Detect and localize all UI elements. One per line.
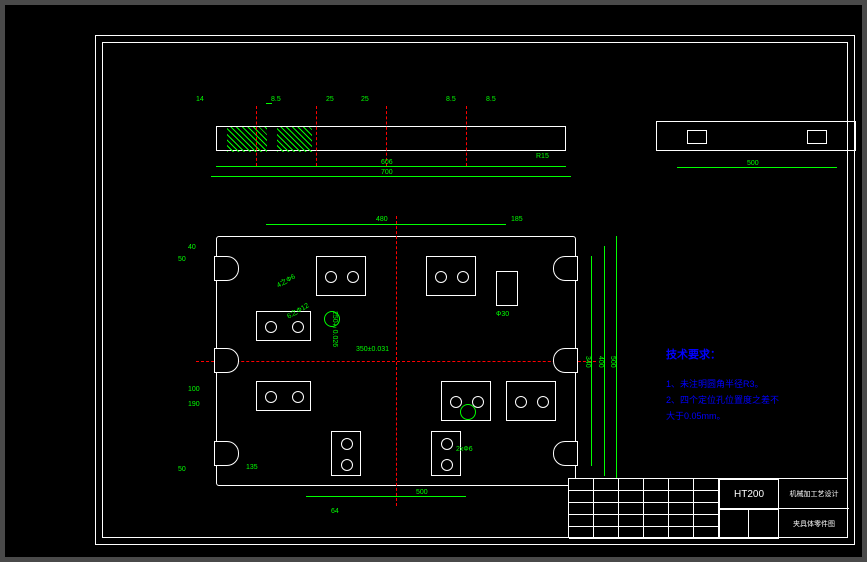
dim-line-340 [591, 256, 592, 466]
tech-req-line2: 2、四个定位孔位置度之差不 [666, 393, 867, 406]
hole [265, 391, 277, 403]
section-body [216, 126, 566, 151]
dim-line-480 [266, 224, 506, 225]
dim-100: 100 [188, 386, 200, 393]
slot-1 [687, 130, 707, 144]
dim-50: 50 [178, 256, 186, 263]
hole [457, 271, 469, 283]
dim-mark [266, 103, 272, 104]
dim-40: 40 [188, 244, 196, 251]
dim-line-r500 [677, 167, 837, 168]
title-block-mid-lower [719, 509, 779, 539]
dim-64: 64 [331, 508, 339, 515]
title-line2: 夹具体零件图 [793, 519, 835, 529]
hole [441, 459, 453, 471]
dim-line-606 [216, 166, 566, 167]
title-block-right: 机械加工艺设计 夹具体零件图 [779, 479, 849, 539]
right-section-view: 500 [656, 121, 856, 151]
dim-line-700 [211, 176, 571, 177]
slot-2 [807, 130, 827, 144]
material-label: HT200 [720, 480, 778, 510]
dim-d3: 25 [361, 96, 369, 103]
hole [347, 271, 359, 283]
dim-d2: 25 [326, 96, 334, 103]
dim-340: 340 [584, 356, 591, 368]
dim-50b: 50 [178, 466, 186, 473]
dim-606: 606 [381, 159, 393, 166]
hatch-area-1 [227, 127, 267, 152]
dim-r500: 500 [747, 160, 759, 167]
title-line1: 机械加工艺设计 [790, 489, 839, 499]
dim-480: 480 [376, 216, 388, 223]
notch-tr [553, 256, 578, 281]
block-m1 [256, 311, 311, 341]
hole [341, 459, 353, 471]
hole [435, 271, 447, 283]
dim-tol-h: 350±0.031 [356, 346, 389, 353]
hole [537, 396, 549, 408]
dim-line-500v [616, 236, 617, 486]
dim-line-400 [604, 246, 605, 476]
title-block: HT200 机械加工艺设计 夹具体零件图 [568, 478, 848, 538]
title-block-left [569, 479, 719, 539]
dim-190: 190 [188, 401, 200, 408]
notch-bl [214, 441, 239, 466]
hatch-area-2 [277, 127, 312, 152]
dim-tol-v: 250±0.026 [331, 311, 338, 347]
dim-d1: 8.5 [271, 96, 281, 103]
dim-d4: 8.5 [446, 96, 456, 103]
tech-req-line1: 1、未注明圆角半径R3。 [666, 377, 867, 390]
block-b1 [331, 431, 361, 476]
block-m2 [256, 381, 311, 411]
block-m4 [506, 381, 556, 421]
centerline-v3 [386, 106, 387, 166]
hole [450, 396, 462, 408]
block-t3 [496, 271, 518, 306]
dim-d5: 8.5 [486, 96, 496, 103]
dim-v500: 500 [609, 356, 616, 368]
dim-400: 400 [597, 356, 604, 368]
datum-2 [460, 404, 476, 420]
dim-line-500b [306, 496, 466, 497]
hole [292, 321, 304, 333]
hole [325, 271, 337, 283]
hole [265, 321, 277, 333]
notch-mr [553, 348, 578, 373]
centerline-v2 [316, 106, 317, 166]
dim-hole2: Ф30 [496, 311, 509, 318]
hole [441, 438, 453, 450]
plan-view: 480 185 135 500 40 50 100 190 50 340 400… [216, 236, 576, 486]
cad-canvas: 8.5 25 25 8.5 8.5 14 606 700 R15 500 [5, 5, 862, 557]
centerline-v1 [256, 106, 257, 166]
hole [341, 438, 353, 450]
notch-tl [214, 256, 239, 281]
dim-185: 185 [511, 216, 523, 223]
top-section-view: 8.5 25 25 8.5 8.5 14 606 700 R15 [216, 111, 566, 181]
notch-ml [214, 348, 239, 373]
block-t2 [426, 256, 476, 296]
dim-hole1: 2xФ6 [456, 446, 473, 453]
tech-req-title: 技术要求： [666, 346, 867, 362]
drawing-frame-outer: 8.5 25 25 8.5 8.5 14 606 700 R15 500 [95, 35, 855, 545]
centerline-v4 [466, 106, 467, 166]
block-b2 [431, 431, 461, 476]
hole [515, 396, 527, 408]
dim-r15: R15 [536, 153, 549, 160]
dim-700: 700 [381, 169, 393, 176]
tech-req-line3: 大于0.05mm。 [666, 409, 867, 422]
dim-135: 135 [246, 464, 258, 471]
dim-b500: 500 [416, 489, 428, 496]
notch-br [553, 441, 578, 466]
dim-side-h: 14 [196, 96, 204, 103]
tech-requirements: 技术要求： 1、未注明圆角半径R3。 2、四个定位孔位置度之差不 大于0.05m… [666, 346, 867, 425]
block-t1 [316, 256, 366, 296]
centerline-vertical [396, 216, 397, 506]
hole [292, 391, 304, 403]
title-block-material: HT200 [719, 479, 779, 509]
